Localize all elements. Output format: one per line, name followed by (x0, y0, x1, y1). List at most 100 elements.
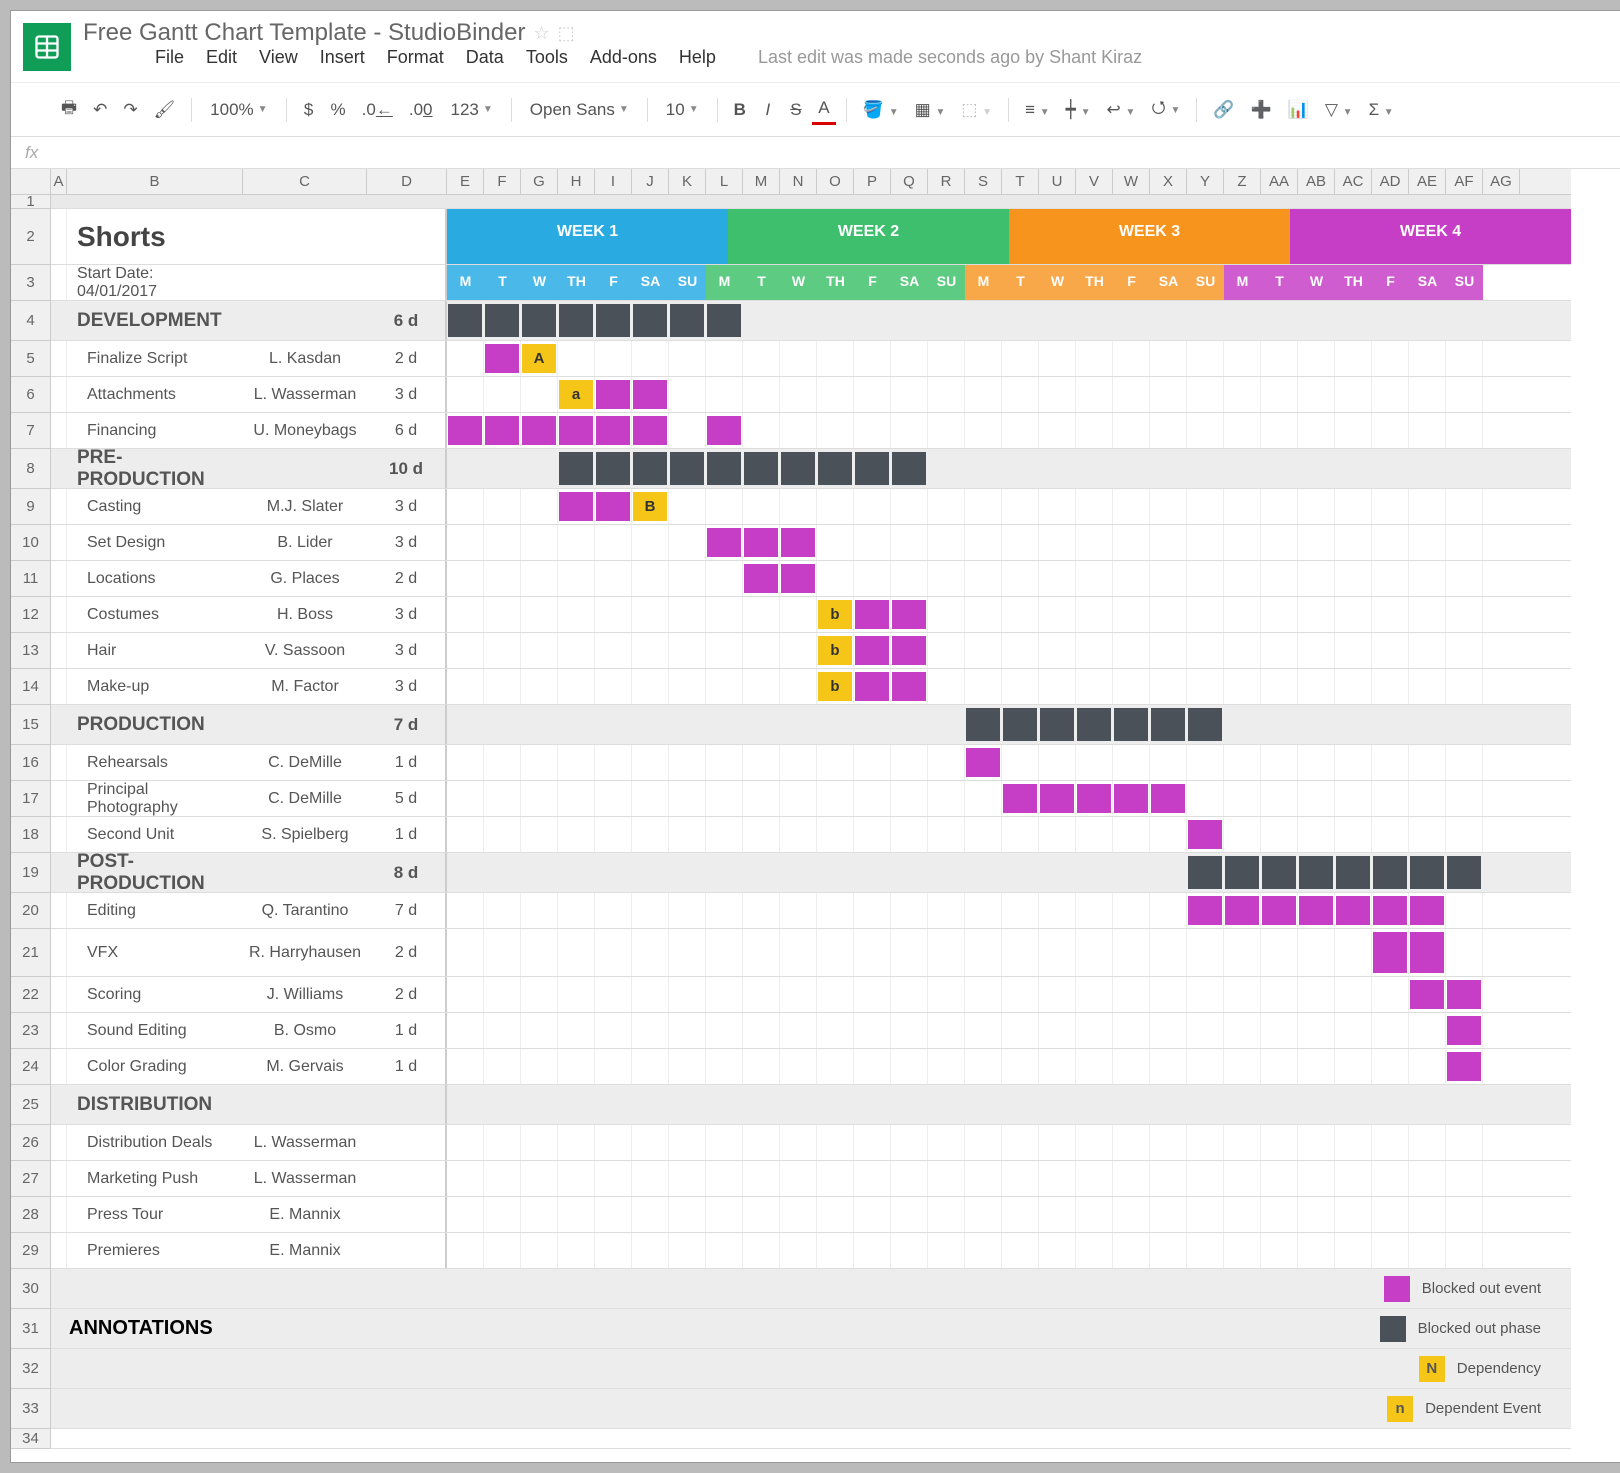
col-AC[interactable]: AC (1335, 169, 1372, 194)
col-AB[interactable]: AB (1298, 169, 1335, 194)
number-format-combo[interactable]: 123 ▼ (443, 96, 501, 124)
row-23[interactable]: 23 (11, 1013, 51, 1049)
row-25[interactable]: 25 (11, 1085, 51, 1125)
zoom-combo[interactable]: 100%▼ (202, 96, 275, 124)
col-AG[interactable]: AG (1483, 169, 1520, 194)
select-all-corner[interactable] (11, 169, 51, 195)
font-combo[interactable]: Open Sans ▼ (522, 96, 637, 124)
col-Z[interactable]: Z (1224, 169, 1261, 194)
row-15[interactable]: 15 (11, 705, 51, 745)
row-5[interactable]: 5 (11, 341, 51, 377)
print-icon[interactable]: 🖶 (55, 91, 83, 128)
col-P[interactable]: P (854, 169, 891, 194)
valign-icon[interactable]: ┿ ▼ (1060, 96, 1097, 124)
filter-icon[interactable]: ▽ ▼ (1319, 96, 1359, 124)
borders-icon[interactable]: ▦ ▼ (909, 96, 952, 124)
link-icon[interactable]: 🔗 (1207, 96, 1240, 124)
dec-decrease-icon[interactable]: .0← (356, 96, 399, 124)
fx-input[interactable] (58, 145, 1615, 160)
fillcolor-icon[interactable]: 🪣 ▼ (857, 96, 905, 124)
percent-icon[interactable]: % (325, 96, 352, 124)
menu-data[interactable]: Data (466, 47, 504, 68)
row-3[interactable]: 3 (11, 265, 51, 301)
row-30[interactable]: 30 (11, 1269, 51, 1309)
row-11[interactable]: 11 (11, 561, 51, 597)
move-folder-icon[interactable]: ⬚ (558, 23, 575, 44)
chart-icon[interactable]: 📊 (1282, 96, 1315, 124)
bold-icon[interactable]: B (728, 96, 752, 124)
dec-increase-icon[interactable]: .00 (403, 96, 439, 124)
col-I[interactable]: I (595, 169, 632, 194)
row-19[interactable]: 19 (11, 853, 51, 893)
row-13[interactable]: 13 (11, 633, 51, 669)
row-12[interactable]: 12 (11, 597, 51, 633)
col-B[interactable]: B (67, 169, 243, 194)
row-16[interactable]: 16 (11, 745, 51, 781)
col-AE[interactable]: AE (1409, 169, 1446, 194)
row-28[interactable]: 28 (11, 1197, 51, 1233)
row-27[interactable]: 27 (11, 1161, 51, 1197)
menu-help[interactable]: Help (679, 47, 716, 68)
row-18[interactable]: 18 (11, 817, 51, 853)
col-W[interactable]: W (1113, 169, 1150, 194)
col-A[interactable]: A (51, 169, 67, 194)
row-9[interactable]: 9 (11, 489, 51, 525)
sheets-logo-icon[interactable] (23, 23, 71, 71)
row-21[interactable]: 21 (11, 929, 51, 977)
col-AA[interactable]: AA (1261, 169, 1298, 194)
star-icon[interactable]: ☆ (533, 23, 549, 44)
wrap-icon[interactable]: ↩ ▼ (1101, 96, 1142, 124)
row-2[interactable]: 2 (11, 209, 51, 265)
rotate-icon[interactable]: ⭯ ▼ (1145, 91, 1186, 128)
row-8[interactable]: 8 (11, 449, 51, 489)
col-G[interactable]: G (521, 169, 558, 194)
col-M[interactable]: M (743, 169, 780, 194)
col-C[interactable]: C (243, 169, 367, 194)
row-1[interactable]: 1 (11, 195, 51, 209)
row-6[interactable]: 6 (11, 377, 51, 413)
merge-icon[interactable]: ⬚ ▼ (955, 96, 998, 124)
col-S[interactable]: S (965, 169, 1002, 194)
row-26[interactable]: 26 (11, 1125, 51, 1161)
menu-tools[interactable]: Tools (526, 47, 568, 68)
menu-insert[interactable]: Insert (320, 47, 365, 68)
col-AF[interactable]: AF (1446, 169, 1483, 194)
fontsize-combo[interactable]: 10 ▼ (658, 96, 707, 124)
row-34[interactable]: 34 (11, 1429, 51, 1449)
row-4[interactable]: 4 (11, 301, 51, 341)
col-Q[interactable]: Q (891, 169, 928, 194)
row-22[interactable]: 22 (11, 977, 51, 1013)
menu-format[interactable]: Format (387, 47, 444, 68)
menu-file[interactable]: File (155, 47, 184, 68)
col-O[interactable]: O (817, 169, 854, 194)
col-X[interactable]: X (1150, 169, 1187, 194)
col-J[interactable]: J (632, 169, 669, 194)
col-AD[interactable]: AD (1372, 169, 1409, 194)
row-29[interactable]: 29 (11, 1233, 51, 1269)
undo-icon[interactable]: ↶ (87, 96, 113, 124)
paint-format-icon[interactable]: 🖌 (148, 96, 182, 124)
textcolor-icon[interactable]: A (812, 94, 836, 125)
col-U[interactable]: U (1039, 169, 1076, 194)
menu-edit[interactable]: Edit (206, 47, 237, 68)
functions-icon[interactable]: Σ ▼ (1363, 96, 1400, 124)
menu-add-ons[interactable]: Add-ons (590, 47, 657, 68)
col-E[interactable]: E (447, 169, 484, 194)
row-14[interactable]: 14 (11, 669, 51, 705)
row-10[interactable]: 10 (11, 525, 51, 561)
col-Y[interactable]: Y (1187, 169, 1224, 194)
row-17[interactable]: 17 (11, 781, 51, 817)
comment-icon[interactable]: ➕ (1245, 96, 1278, 124)
row-20[interactable]: 20 (11, 893, 51, 929)
col-T[interactable]: T (1002, 169, 1039, 194)
col-L[interactable]: L (706, 169, 743, 194)
currency-icon[interactable]: $ (297, 96, 321, 124)
strike-icon[interactable]: S (784, 96, 808, 124)
row-32[interactable]: 32 (11, 1349, 51, 1389)
col-N[interactable]: N (780, 169, 817, 194)
menu-view[interactable]: View (259, 47, 298, 68)
halign-icon[interactable]: ≡ ▼ (1019, 96, 1056, 124)
row-33[interactable]: 33 (11, 1389, 51, 1429)
row-31[interactable]: 31 (11, 1309, 51, 1349)
doc-title[interactable]: Free Gantt Chart Template - StudioBinder (83, 19, 525, 47)
